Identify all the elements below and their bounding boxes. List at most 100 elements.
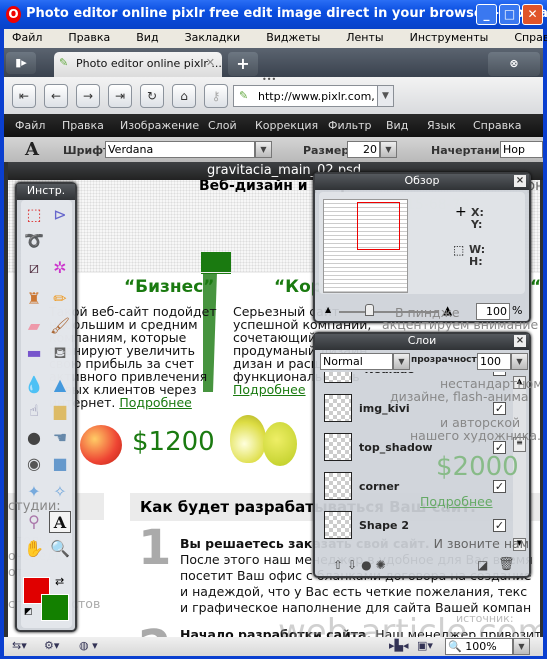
size-dropdown-icon[interactable]: ▼ [380,141,397,158]
font-dropdown-icon[interactable]: ▼ [255,141,272,158]
layer-visibility-checkbox[interactable]: ✓ [493,519,506,532]
card-business-more-link[interactable]: Подробнее [119,395,192,410]
lasso-tool-icon[interactable]: ➰ [23,230,45,252]
overview-panel: Обзор × + X: Y: ⬚ W: H: ▲ ▲ 100 % [313,172,531,323]
pixlr-menu-edit[interactable]: Правка [62,119,104,132]
tab-pixlr[interactable]: ✎ Photo editor online pixlr ... ✕ [54,52,222,77]
fast-forward-icon[interactable]: ⇥ [108,84,132,108]
viewport-rectangle[interactable] [357,202,400,250]
overview-title: Обзор [315,174,529,190]
zoom-out-icon[interactable]: ▲ [325,305,331,314]
page-icon[interactable]: ▸▙◂ [389,639,409,652]
window-title: Photo editor online pixlr free edit imag… [26,6,547,21]
maximize-button[interactable]: □ [499,4,520,25]
blur-tool-icon[interactable]: 💧 [23,374,45,396]
page-zoom-dropdown-icon[interactable]: ▼ [513,638,530,655]
home-icon[interactable]: ⌂ [172,84,196,108]
move-layer-up-icon[interactable]: ⇧ [333,558,347,572]
menu-file[interactable]: Файл [12,29,42,48]
pencil-tool-icon[interactable]: ✏ [49,288,71,310]
marquee-tool-icon[interactable]: ⬚ [23,204,45,226]
zoom-tool-icon[interactable]: 🔍 [49,538,71,560]
delete-layer-icon[interactable]: 🗑 [498,557,515,572]
images-icon[interactable]: ▣▾ [417,639,433,652]
size-input[interactable]: 20 [347,141,380,158]
address-dropdown-icon[interactable]: ▼ [377,85,394,107]
page-zoom-field[interactable]: 🔍 100% [445,638,513,655]
magic-wand-tool-icon[interactable]: ✲ [49,257,71,279]
pixlr-menu-bar: Файл Правка Изображение Слой Коррекция Ф… [4,114,543,137]
layer-mask-icon[interactable]: ● [361,558,375,572]
menu-feeds[interactable]: Ленты [346,29,383,48]
blend-mode-select[interactable]: Normal [320,353,393,370]
overview-thumbnail[interactable] [323,199,408,293]
move-tool-icon[interactable]: ⊳ [49,204,71,226]
shape-tool-icon[interactable]: ■ [49,453,71,475]
red-eye-tool-icon[interactable]: ◉ [23,453,45,475]
sponge-tool-icon[interactable]: ▆ [49,400,71,422]
pixlr-menu-adjustment[interactable]: Коррекция [255,119,318,132]
style-select[interactable]: Нор [500,141,543,158]
paint-bucket-tool-icon[interactable]: ⛾ [49,342,71,364]
default-colors-icon[interactable]: ◩ [24,607,33,617]
panel-toggle-icon[interactable]: ▮▸ [6,52,36,74]
clone-stamp-tool-icon[interactable]: ♜ [23,288,45,310]
menu-edit[interactable]: Правка [68,29,110,48]
tab-bar: ▮▸ ✎ Photo editor online pixlr ... ✕ + ⊗ [4,48,543,77]
layer-thumbnail [324,394,352,422]
turbo-icon[interactable]: ◍ ▾ [79,639,98,652]
menu-view[interactable]: Вид [136,29,158,48]
back-icon[interactable]: ← [44,84,68,108]
sharpen-tool-icon[interactable]: ▲ [49,374,71,396]
crop-tool-icon[interactable]: ⧄ [23,257,45,279]
sync-icon[interactable]: ⇆▾ [12,639,27,652]
swap-colors-icon[interactable]: ⇄ [55,575,64,588]
menu-tools[interactable]: Инструменты [410,29,489,48]
forward-icon[interactable]: → [76,84,100,108]
new-tab-button[interactable]: + [228,52,258,76]
brush-tool-icon[interactable]: 🖌 [49,315,71,337]
brush-favicon-icon: ✎ [59,56,69,69]
opacity-dropdown-icon[interactable]: ▼ [511,353,528,370]
pixlr-menu-help[interactable]: Справка [473,119,521,132]
overview-close-icon[interactable]: × [514,175,526,187]
new-layer-icon[interactable]: ◪ [477,558,488,572]
pixlr-menu-language[interactable]: Язык [427,119,456,132]
menu-widgets[interactable]: Виджеты [266,29,320,48]
pixlr-menu-filter[interactable]: Фильтр [328,119,372,132]
card-elite-line: нашего художника. [410,428,540,443]
blend-mode-dropdown-icon[interactable]: ▼ [393,353,410,370]
type-tool-icon[interactable]: A [49,511,71,533]
address-field[interactable]: ✎ http://www.pixlr.com, [233,85,378,107]
tools-panel: Инстр. ⬚ ⊳ ➰ ⧄ ✲ ♜ ✏ ▰ 🖌 ▬ ⛾ 💧 ▲ ☝ ▆ ● ☚… [15,182,77,632]
eyedropper-tool-icon[interactable]: ⚲ [23,511,45,533]
minimize-button[interactable]: _ [476,4,497,25]
layer-name: °Noalaao° [359,372,420,376]
layer-style-icon[interactable]: ✺ [376,558,390,572]
smudge-tool-icon[interactable]: ☝ [23,400,45,422]
font-select[interactable]: Verdana [105,141,255,158]
move-layer-down-icon[interactable]: ⇩ [347,558,361,572]
opacity-input[interactable]: 100 [477,353,511,370]
gradient-tool-icon[interactable]: ▬ [23,342,45,364]
menu-bookmarks[interactable]: Закладки [185,29,241,48]
background-color-swatch[interactable] [41,594,69,621]
pixlr-menu-file[interactable]: Файл [15,119,45,132]
close-button[interactable]: ✕ [522,4,543,25]
unite-icon[interactable]: ⚙▾ [44,639,59,652]
pixlr-menu-layer[interactable]: Слой [208,119,237,132]
burn-tool-icon[interactable]: ● [23,427,45,449]
eraser-tool-icon[interactable]: ▰ [23,315,45,337]
tab-close-icon[interactable]: ✕ [206,56,215,69]
pixlr-menu-image[interactable]: Изображение [120,119,199,132]
reload-icon[interactable]: ↻ [140,84,164,108]
rewind-icon[interactable]: ⇤ [12,84,36,108]
pixlr-menu-view[interactable]: Вид [386,119,408,132]
hand-tool-icon[interactable]: ✋ [23,538,45,560]
menu-help[interactable]: Справка [514,29,547,48]
dodge-tool-icon[interactable]: ☚ [49,427,71,449]
card-elite-more-link[interactable]: Подробнее [420,495,493,508]
zoom-slider-thumb[interactable] [365,304,374,316]
layers-close-icon[interactable]: × [514,335,526,347]
closed-tabs-trash-icon[interactable]: ⊗ [488,52,540,76]
